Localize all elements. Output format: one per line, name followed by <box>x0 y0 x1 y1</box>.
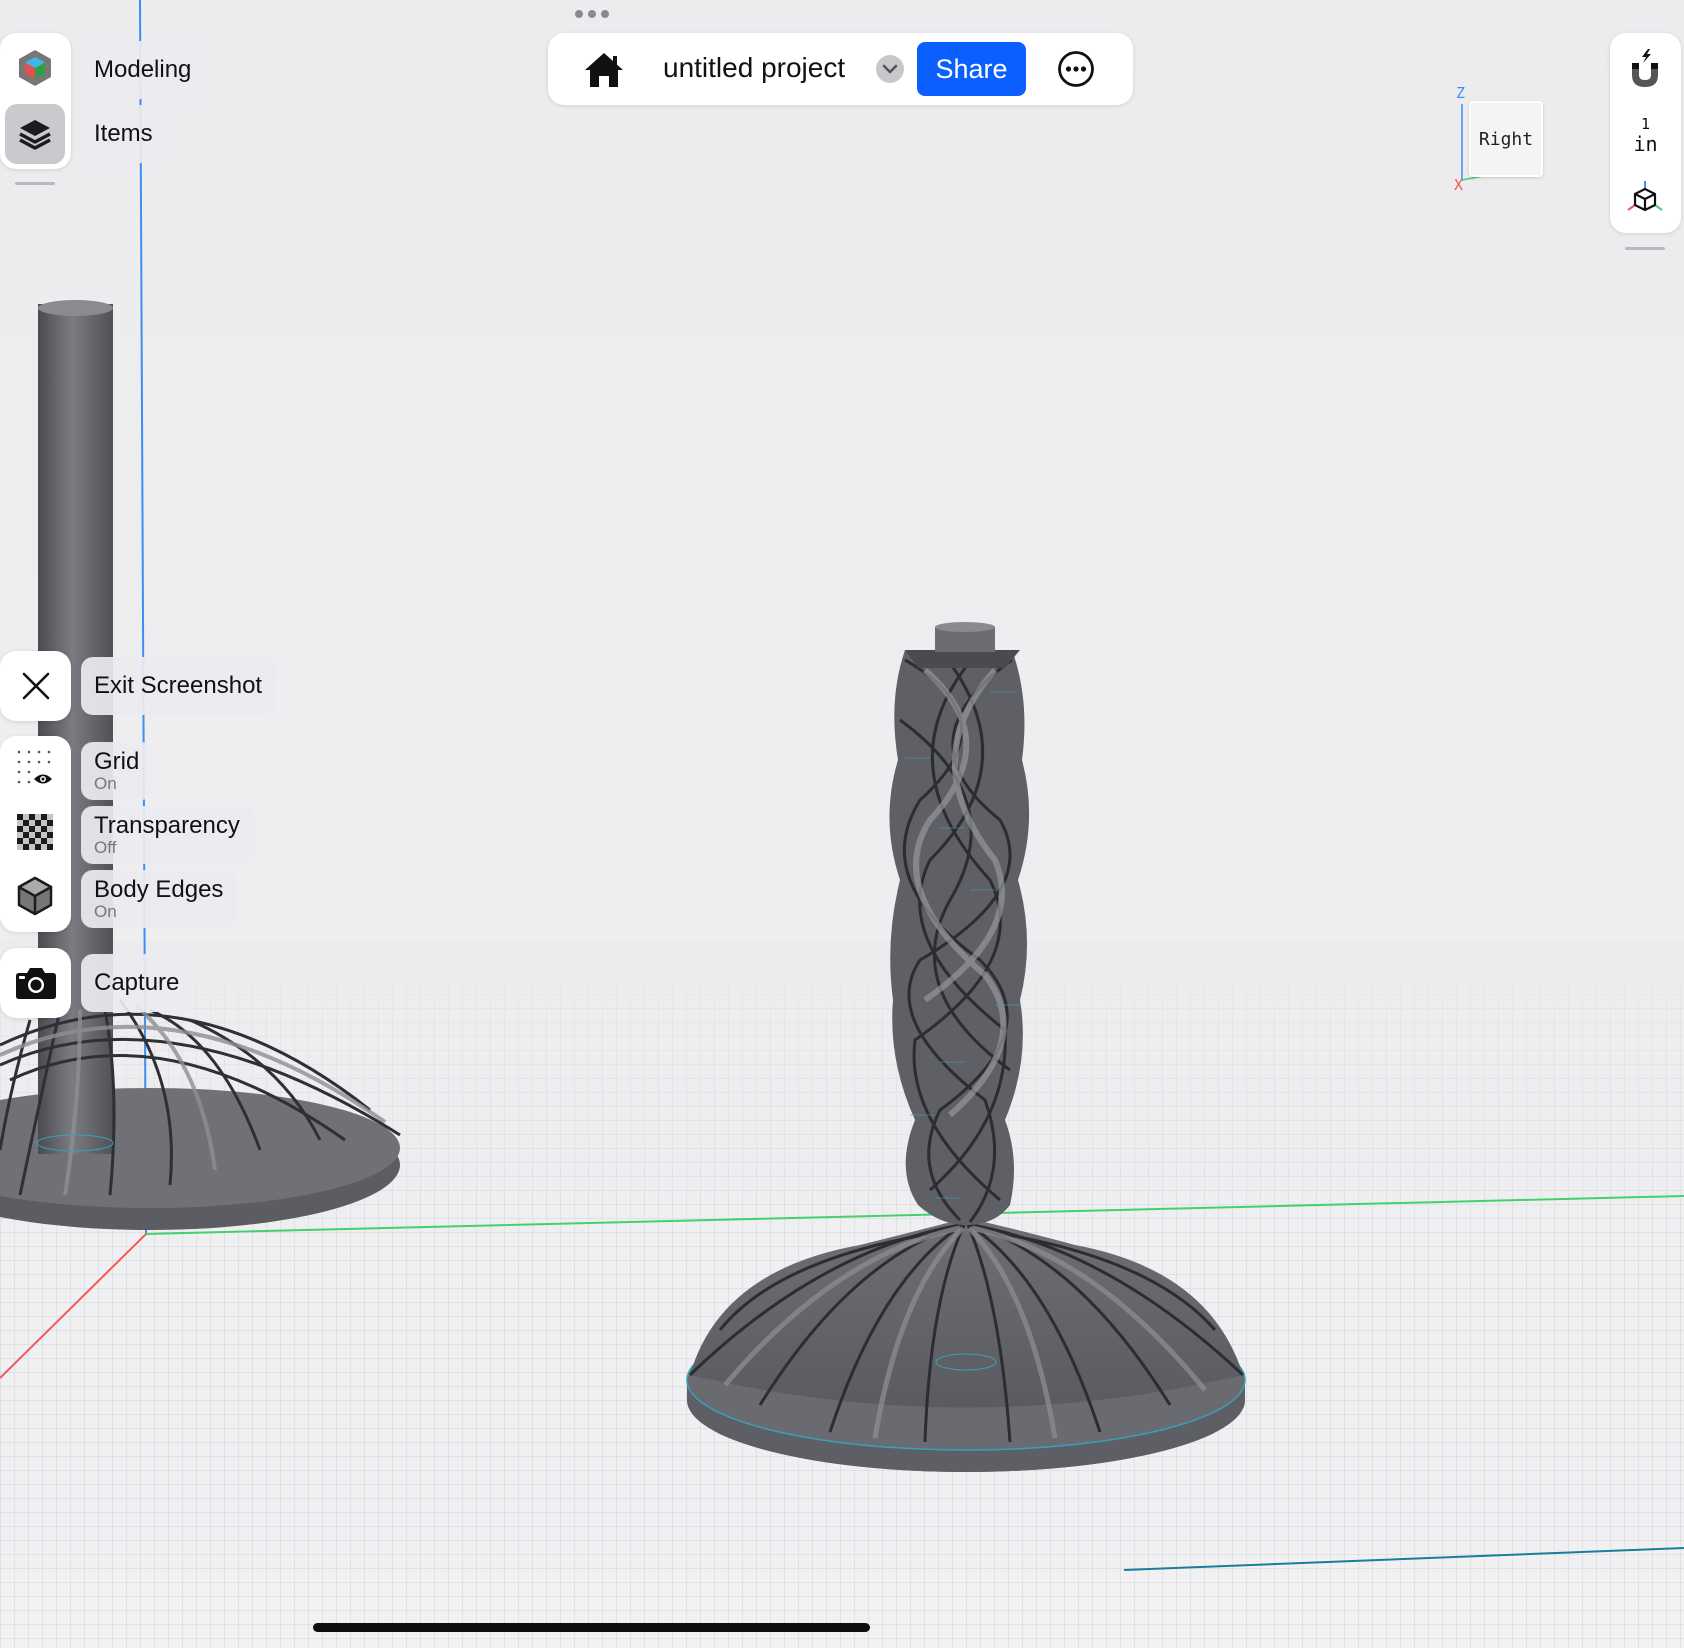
toolbar-grabber[interactable] <box>15 182 55 185</box>
modeling-label: Modeling <box>94 56 192 83</box>
capture-button[interactable] <box>0 948 71 1018</box>
grid-visibility-icon <box>17 750 52 784</box>
home-button[interactable] <box>582 47 626 91</box>
more-icon <box>1058 51 1094 87</box>
transparency-label: Transparency <box>94 812 240 839</box>
view-cube-face-label: Right <box>1478 128 1534 150</box>
share-button[interactable]: Share <box>917 42 1026 96</box>
grid-state: On <box>94 774 117 793</box>
camera-icon <box>15 968 56 999</box>
home-indicator <box>313 1623 870 1632</box>
home-icon <box>585 53 623 87</box>
transparency-state: Off <box>94 838 117 857</box>
multitasking-dots-icon[interactable] <box>574 8 610 20</box>
cube-icon <box>17 876 53 916</box>
display-options-panel <box>0 736 71 932</box>
close-icon <box>22 672 49 700</box>
grid-toggle[interactable] <box>0 736 70 800</box>
body-edges-label: Body Edges <box>94 876 224 903</box>
body-edges-toggle[interactable] <box>0 864 70 928</box>
view-cube-icon <box>1627 181 1663 212</box>
more-options-button[interactable] <box>1056 49 1096 89</box>
exit-screenshot-pill[interactable]: Exit Screenshot <box>81 657 277 715</box>
grid-label: Grid <box>94 748 140 775</box>
checkerboard-icon <box>17 814 53 850</box>
units-button[interactable]: 1 in <box>1610 115 1681 159</box>
items-label-pill[interactable]: Items <box>81 105 167 163</box>
transparency-toggle[interactable] <box>0 800 70 864</box>
project-bar: untitled project Share <box>548 33 1133 105</box>
view-cube-x-label: X <box>1454 176 1464 194</box>
project-menu-button[interactable] <box>876 55 904 83</box>
mode-toolbar <box>0 33 71 169</box>
body-edges-pill[interactable]: Body Edges On <box>81 870 238 928</box>
items-mode-button[interactable] <box>5 104 65 164</box>
body-edges-state: On <box>94 902 117 921</box>
snapping-button[interactable] <box>1610 37 1680 101</box>
view-cube[interactable]: Z Right X <box>1452 84 1543 196</box>
exit-screenshot-label: Exit Screenshot <box>94 672 263 699</box>
magnet-icon <box>1632 49 1658 87</box>
view-orientation-button[interactable] <box>1610 165 1680 229</box>
items-label: Items <box>94 120 153 147</box>
capture-pill[interactable]: Capture <box>81 954 194 1012</box>
right-toolbar-grabber[interactable] <box>1625 247 1665 250</box>
unit-value: 1 <box>1640 115 1651 133</box>
project-title[interactable]: untitled project <box>663 50 845 86</box>
exit-screenshot-button[interactable] <box>0 651 71 721</box>
view-cube-face[interactable]: Right <box>1469 101 1543 177</box>
capture-label: Capture <box>94 969 180 996</box>
unit-label: in <box>1633 132 1658 156</box>
chevron-down-icon <box>882 64 898 74</box>
modeling-label-pill[interactable]: Modeling <box>81 41 206 99</box>
modeling-cube-icon <box>19 50 51 86</box>
modeling-mode-button[interactable] <box>0 36 70 100</box>
layers-icon <box>19 120 51 150</box>
transparency-pill[interactable]: Transparency Off <box>81 806 254 864</box>
grid-pill[interactable]: Grid On <box>81 742 154 800</box>
right-toolbar: 1 in <box>1610 33 1681 233</box>
